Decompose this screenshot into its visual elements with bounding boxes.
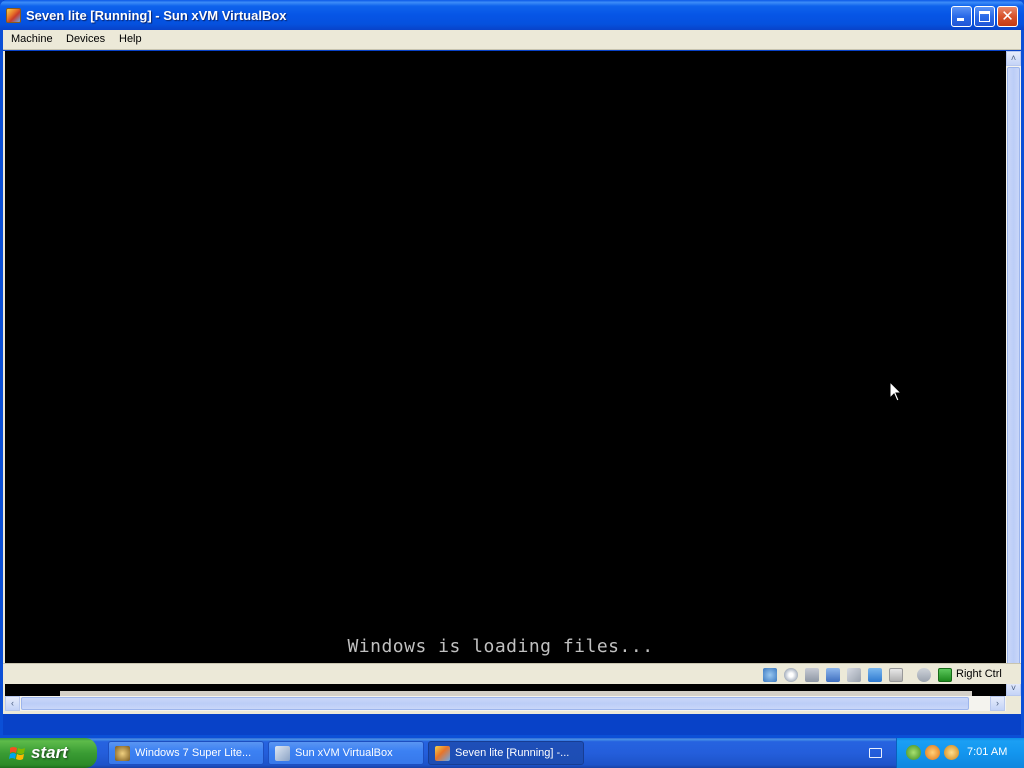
taskbar-item-virtualbox[interactable]: Sun xVM VirtualBox [268, 741, 424, 765]
vm-display[interactable]: Windows is loading files... [5, 51, 1006, 696]
search-icon[interactable] [944, 745, 959, 760]
system-tray: 7:01 AM [896, 738, 1024, 768]
browser-icon [115, 746, 130, 761]
chevron-up-icon: ˄ [1010, 53, 1017, 63]
keyboard-icon[interactable] [869, 748, 882, 758]
hard-disk-icon[interactable] [763, 668, 777, 682]
host-key-label: Right Ctrl [956, 668, 1002, 680]
chevron-right-icon: › [996, 698, 999, 708]
shared-folders-icon[interactable] [868, 668, 882, 682]
windows-logo-icon [9, 747, 25, 760]
horizontal-scroll-thumb[interactable] [21, 697, 969, 710]
menu-bar: Machine Devices Help [3, 30, 1021, 50]
usb-icon[interactable] [847, 668, 861, 682]
vrdp-icon[interactable] [889, 668, 903, 682]
menu-help[interactable]: Help [119, 33, 142, 45]
start-button[interactable]: start [0, 738, 97, 768]
maximize-button[interactable] [974, 6, 995, 27]
floppy-icon[interactable] [805, 668, 819, 682]
chevron-down-icon: ˅ [1010, 683, 1017, 693]
vertical-scrollbar[interactable]: ˄ ˅ [1006, 51, 1021, 696]
maximize-icon [979, 11, 990, 22]
vm-client-area: Windows is loading files... ˄ ˅ ‹ › [3, 51, 1021, 714]
vm-window-icon [435, 746, 450, 761]
window-title: Seven lite [Running] - Sun xVM VirtualBo… [26, 8, 287, 23]
task-label: Windows 7 Super Lite... [135, 747, 252, 759]
vertical-scroll-thumb[interactable] [1007, 67, 1020, 679]
taskbar: start Windows 7 Super Lite... Sun xVM Vi… [0, 738, 1024, 768]
menu-devices[interactable]: Devices [66, 33, 105, 45]
scroll-left-button[interactable]: ‹ [5, 696, 20, 711]
taskbar-item-browser[interactable]: Windows 7 Super Lite... [108, 741, 264, 765]
mouse-integration-icon[interactable] [917, 668, 931, 682]
network-status-icon[interactable] [906, 745, 921, 760]
title-bar[interactable]: Seven lite [Running] - Sun xVM VirtualBo… [0, 0, 1024, 30]
menu-machine[interactable]: Machine [11, 33, 53, 45]
status-bar: Right Ctrl [3, 663, 1021, 684]
cd-dvd-icon[interactable] [784, 668, 798, 682]
start-label: start [31, 743, 68, 762]
task-label: Seven lite [Running] -... [455, 747, 570, 759]
mouse-pointer-icon [889, 381, 903, 402]
task-label: Sun xVM VirtualBox [295, 747, 393, 759]
scroll-right-button[interactable]: › [990, 696, 1005, 711]
minimize-button[interactable] [951, 6, 972, 27]
virtualbox-icon [275, 746, 290, 761]
host-key-icon[interactable] [938, 668, 952, 682]
close-button[interactable]: ✕ [997, 6, 1018, 27]
firefox-icon[interactable] [925, 745, 940, 760]
virtualbox-window: Seven lite [Running] - Sun xVM VirtualBo… [0, 0, 1024, 738]
chevron-left-icon: ‹ [11, 698, 14, 708]
close-icon: ✕ [1001, 8, 1014, 25]
minimize-icon [957, 18, 964, 21]
horizontal-scrollbar[interactable]: ‹ › [5, 696, 1006, 711]
taskbar-item-vm-window[interactable]: Seven lite [Running] -... [428, 741, 584, 765]
virtualbox-app-icon [6, 8, 21, 23]
scroll-up-button[interactable]: ˄ [1006, 51, 1021, 66]
loading-message: Windows is loading files... [347, 636, 654, 657]
network-icon[interactable] [826, 668, 840, 682]
clock[interactable]: 7:01 AM [967, 746, 1007, 758]
